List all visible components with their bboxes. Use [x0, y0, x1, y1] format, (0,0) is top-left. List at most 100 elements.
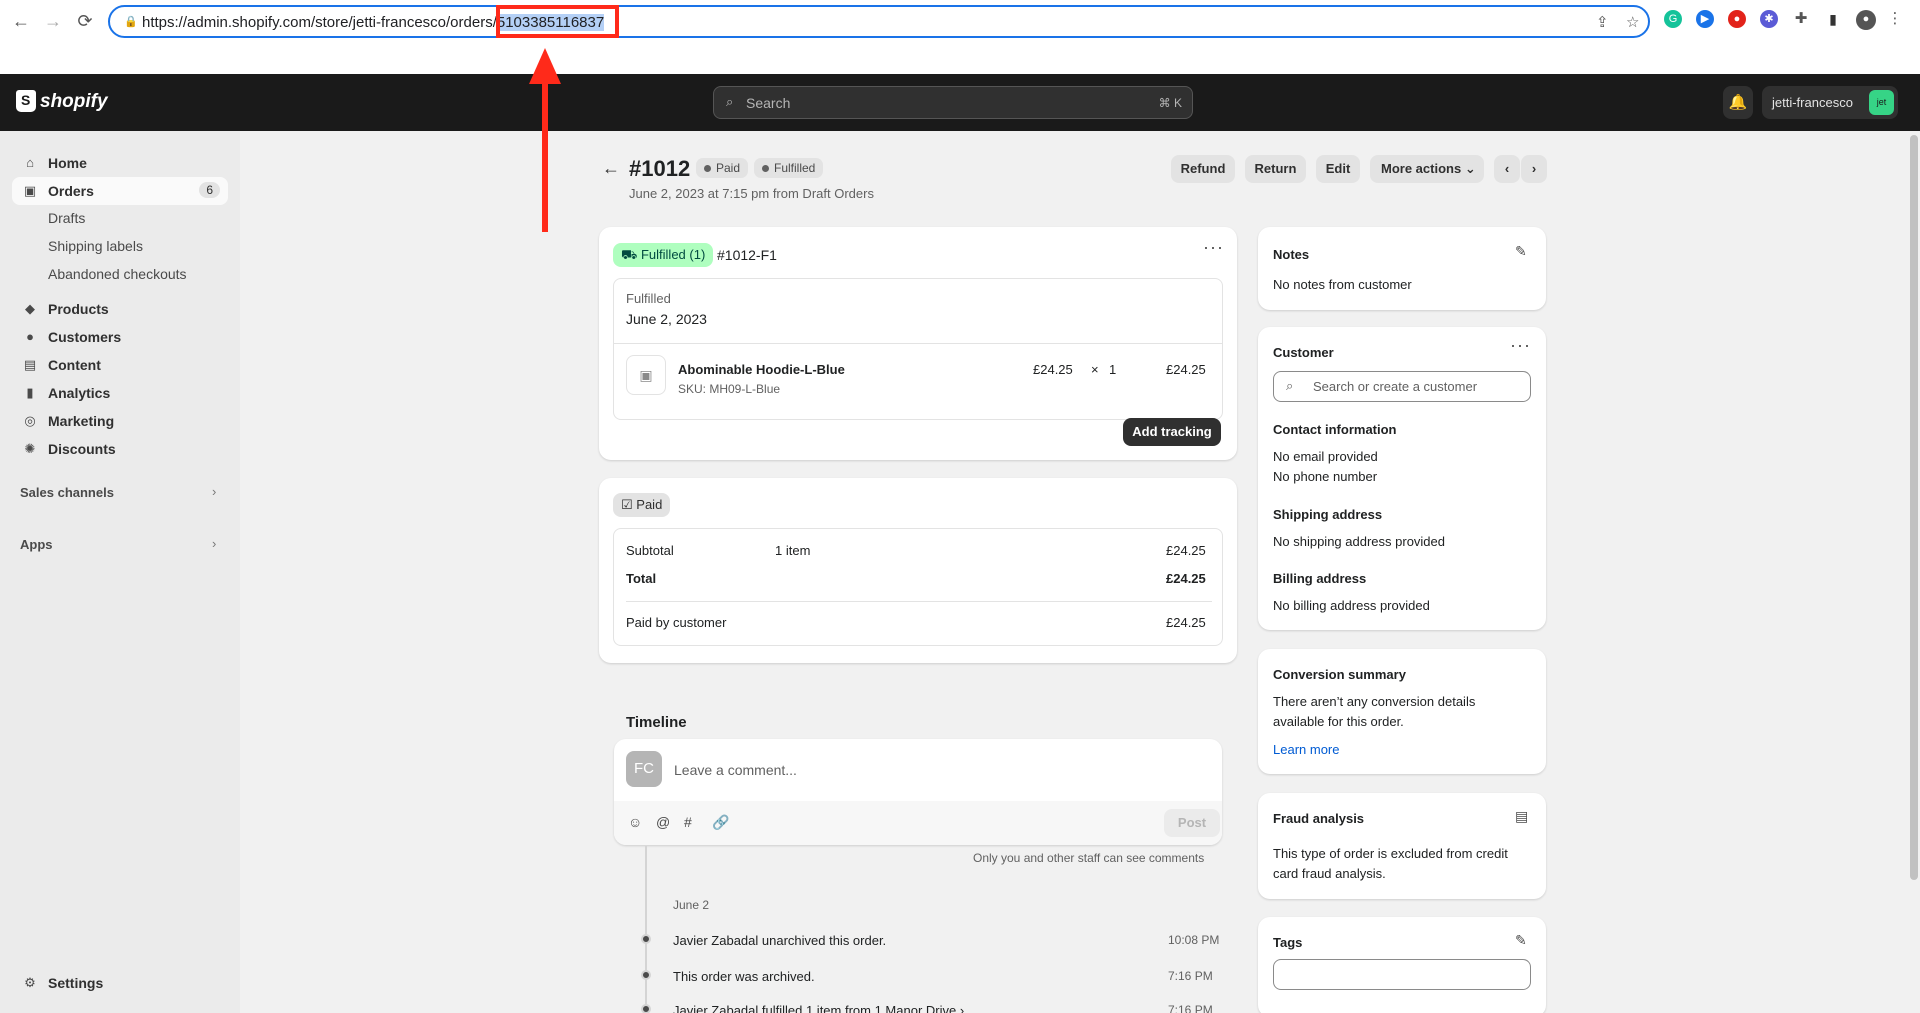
sidebar-item-products[interactable]: ◆ Products [12, 295, 228, 323]
shipping-address-title: Shipping address [1273, 507, 1383, 522]
edit-pencil-icon[interactable]: ✎ [1515, 243, 1527, 260]
fulfillment-more-icon[interactable]: ··· [1203, 237, 1224, 258]
extension-flag-icon[interactable]: ▶ [1696, 10, 1714, 28]
refund-button[interactable]: Refund [1171, 155, 1235, 183]
notifications-bell-icon[interactable]: 🔔 [1723, 86, 1753, 119]
line-item-name[interactable]: Abominable Hoodie-L-Blue [678, 362, 845, 377]
hashtag-icon[interactable]: # [684, 814, 692, 830]
sidebar-item-label: Analytics [48, 385, 111, 401]
search-icon: ⌕ [726, 94, 734, 109]
more-actions-button[interactable]: More actions ⌄ [1370, 155, 1484, 183]
shopify-bag-icon [16, 90, 36, 112]
sidebar-subitem-abandoned-checkouts[interactable]: Abandoned checkouts [48, 266, 187, 282]
sidebar-item-marketing[interactable]: ◎ Marketing [12, 407, 228, 435]
share-icon[interactable]: ⇪ [1596, 13, 1609, 31]
conversion-summary-card: Conversion summary There aren’t any conv… [1258, 649, 1546, 774]
extension-gear-icon[interactable]: ✱ [1760, 10, 1778, 28]
add-tracking-button[interactable]: Add tracking [1123, 418, 1221, 446]
chevron-right-icon[interactable]: › [212, 536, 216, 551]
sidebar-item-customers[interactable]: ● Customers [12, 323, 228, 351]
comment-input[interactable]: Leave a comment... [674, 762, 797, 778]
previous-order-button[interactable]: ‹ [1494, 155, 1520, 183]
sidebar-item-label: Settings [48, 975, 104, 991]
store-menu-button[interactable]: jetti-francesco jet [1762, 86, 1898, 119]
edit-pencil-icon[interactable]: ✎ [1515, 932, 1527, 949]
fulfillment-details: Fulfilled June 2, 2023 ▣ Abominable Hood… [613, 278, 1223, 420]
admin-topbar: shopify ⌕ Search ⌘ K 🔔 jetti-francesco j… [0, 74, 1920, 131]
bookmark-star-icon[interactable]: ☆ [1626, 13, 1639, 31]
sidebar-item-orders[interactable]: ▣ Orders 6 [12, 177, 228, 205]
comment-box: FC Leave a comment... ☺ @ # 🔗 Post [614, 739, 1222, 845]
profile-avatar-icon[interactable]: ● [1856, 10, 1876, 30]
url-prefix: https://admin.shopify.com/store/jetti-fr… [142, 14, 497, 31]
sidebar-subitem-shipping-labels[interactable]: Shipping labels [48, 238, 143, 254]
extension-shield-icon[interactable]: ● [1728, 10, 1746, 28]
target-icon: ◎ [24, 413, 36, 428]
paid-status-pill: ☑ Paid [613, 493, 671, 517]
sidebar-section-sales-channels[interactable]: Sales channels [20, 485, 114, 500]
emoji-icon[interactable]: ☺ [628, 814, 642, 830]
mention-icon[interactable]: @ [656, 814, 670, 830]
line-item-quantity: 1 [1109, 362, 1117, 377]
browser-toolbar: ← → ⟳ 🔒 https://admin.shopify.com/store/… [0, 0, 1920, 74]
tags-card: Tags ✎ [1258, 917, 1546, 1013]
admin-search-input[interactable]: ⌕ Search ⌘ K [713, 86, 1193, 119]
report-list-icon[interactable]: ▤ [1515, 808, 1528, 825]
fraud-text-line2: card fraud analysis. [1273, 866, 1386, 881]
edit-button[interactable]: Edit [1316, 155, 1360, 183]
sidebar-nav: ⌂ Home ▣ Orders 6 Drafts Shipping labels… [0, 131, 240, 1013]
next-order-button[interactable]: › [1521, 155, 1547, 183]
sidebar-section-apps[interactable]: Apps [20, 537, 53, 552]
return-button[interactable]: Return [1245, 155, 1306, 183]
back-arrow-icon[interactable]: ← [602, 158, 620, 179]
post-button[interactable]: Post [1164, 809, 1220, 837]
page-scrollbar[interactable] [1908, 131, 1920, 1013]
paid-by-customer-value: £24.25 [1166, 615, 1206, 630]
sidebar-item-discounts[interactable]: ✺ Discounts [12, 435, 228, 463]
customer-search-input[interactable]: ⌕ Search or create a customer [1273, 371, 1531, 402]
customer-more-icon[interactable]: ··· [1510, 335, 1531, 356]
browser-back-icon[interactable]: ← [10, 10, 32, 32]
paid-by-customer-label: Paid by customer [626, 615, 727, 630]
conversion-text-line2: available for this order. [1273, 714, 1404, 729]
sidebar-item-analytics[interactable]: ▮ Analytics [12, 379, 228, 407]
chevron-right-icon[interactable]: › [212, 484, 216, 499]
sidebar-item-label: Content [48, 357, 101, 373]
address-bar[interactable]: 🔒 https://admin.shopify.com/store/jetti-… [108, 5, 1650, 38]
orders-icon: ▣ [23, 183, 37, 198]
sidebar-subitem-drafts[interactable]: Drafts [48, 210, 85, 226]
timeline-line [645, 846, 647, 1013]
comment-visibility-note: Only you and other staff can see comment… [973, 851, 1205, 865]
side-panel-icon[interactable]: ▮ [1824, 10, 1842, 28]
paid-status-label: Paid [636, 497, 663, 512]
timeline-event-text[interactable]: Javier Zabadal fulfilled 1 item from 1 M… [673, 1003, 964, 1013]
payment-card: ☑ Paid Subtotal 1 item £24.25 Total £24.… [599, 478, 1237, 663]
attach-link-icon[interactable]: 🔗 [712, 814, 729, 831]
browser-forward-icon[interactable]: → [42, 10, 64, 32]
bar-chart-icon: ▮ [26, 385, 34, 400]
browser-menu-icon[interactable]: ⋮ [1886, 10, 1904, 28]
timeline-event-text: Javier Zabadal unarchived this order. [673, 933, 887, 948]
fraud-text-line1: This type of order is excluded from cred… [1273, 846, 1508, 861]
tags-input[interactable] [1273, 959, 1531, 990]
sidebar-item-home[interactable]: ⌂ Home [12, 149, 228, 177]
sidebar-item-label: Discounts [48, 441, 116, 457]
timeline-event-text: This order was archived. [673, 969, 815, 984]
timeline-event-time: 7:16 PM [1168, 969, 1213, 983]
annotation-arrow-shaft [542, 80, 548, 232]
tag-icon: ◆ [25, 301, 35, 316]
learn-more-link[interactable]: Learn more [1273, 742, 1339, 757]
browser-reload-icon[interactable]: ⟳ [74, 10, 96, 32]
timeline-event-time: 10:08 PM [1168, 933, 1220, 947]
page-title: #1012 [629, 156, 691, 181]
sidebar-item-content[interactable]: ▤ Content [12, 351, 228, 379]
extensions-puzzle-icon[interactable]: ✚ [1792, 10, 1810, 28]
scrollbar-thumb[interactable] [1910, 135, 1918, 880]
discount-icon: ✺ [24, 441, 36, 456]
sidebar-item-settings[interactable]: ⚙ Settings [12, 969, 228, 997]
shopify-logo[interactable]: shopify [16, 90, 108, 113]
no-email-text: No email provided [1273, 449, 1378, 464]
grammarly-extension-icon[interactable]: G [1664, 10, 1682, 28]
search-shortcut: ⌘ K [1158, 96, 1182, 110]
fulfilled-status-pill: ⛟ Fulfilled (1) [613, 243, 714, 267]
